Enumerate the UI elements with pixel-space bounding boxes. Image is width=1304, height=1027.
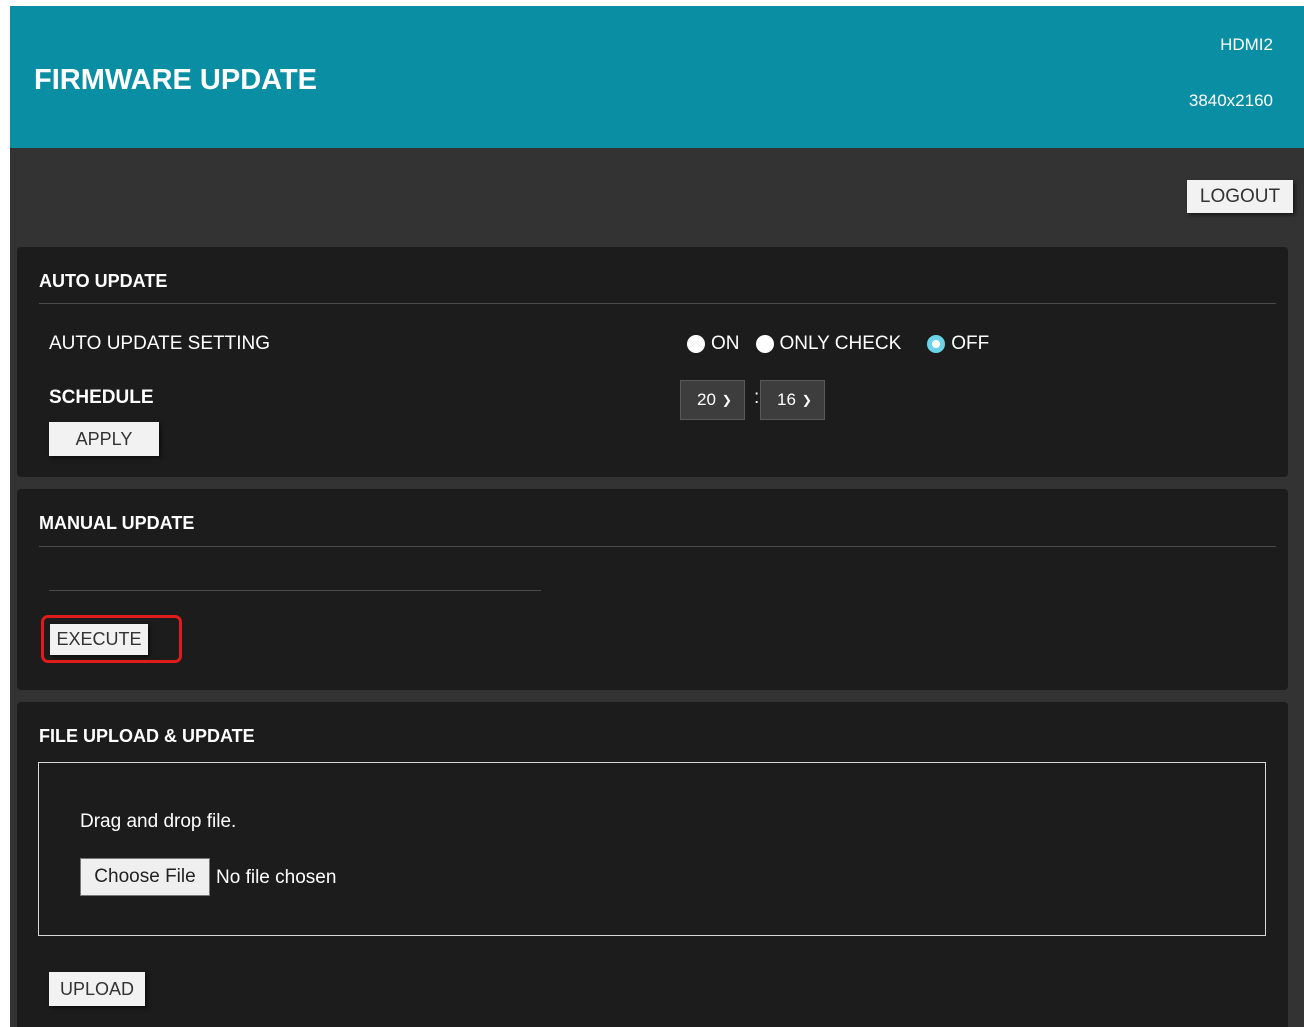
file-status-text: No file chosen [216, 867, 337, 888]
radio-selected-icon[interactable] [927, 335, 946, 353]
radio-option-on[interactable]: ON [687, 333, 740, 355]
auto-update-title: AUTO UPDATE [39, 271, 168, 291]
radio-circle-icon[interactable] [687, 335, 705, 353]
drop-hint-text: Drag and drop file. [80, 811, 237, 832]
radio-label-off: OFF [951, 333, 990, 354]
manual-update-title: MANUAL UPDATE [39, 513, 195, 533]
upload-button[interactable]: UPLOAD [49, 972, 145, 1006]
file-drop-zone[interactable]: Drag and drop file. Choose File No file … [38, 762, 1266, 936]
firmware-update-page: FIRMWARE UPDATE HDMI2 3840x2160 LOGOUT A… [10, 6, 1304, 1027]
schedule-separator: : [754, 387, 760, 408]
auto-update-setting-label: AUTO UPDATE SETTING [49, 333, 270, 354]
schedule-minute-select[interactable]: 16 ❯ [760, 380, 825, 420]
schedule-label: SCHEDULE [49, 387, 154, 408]
schedule-hour-select[interactable]: 20 ❯ [680, 380, 745, 420]
update-progress-line [49, 590, 541, 591]
logout-button[interactable]: LOGOUT [1187, 180, 1293, 213]
choose-file-button[interactable]: Choose File [80, 858, 210, 896]
page-title: FIRMWARE UPDATE [34, 64, 318, 96]
auto-update-radio-group: ON ONLY CHECK OFF [687, 333, 1005, 355]
chevron-down-icon: ❯ [721, 393, 732, 407]
schedule-minute-value: 16 [777, 390, 796, 409]
radio-label-only-check: ONLY CHECK [779, 333, 902, 354]
panel-divider [39, 303, 1276, 304]
manual-update-panel: MANUAL UPDATE EXECUTE [17, 489, 1288, 690]
resolution-label: 3840x2160 [1188, 91, 1273, 110]
radio-circle-icon[interactable] [755, 335, 774, 353]
radio-option-off[interactable]: OFF [927, 333, 989, 355]
radio-label-on: ON [711, 333, 740, 354]
window-edge [0, 0, 10, 1027]
schedule-hour-value: 20 [697, 390, 716, 409]
auto-update-panel: AUTO UPDATE AUTO UPDATE SETTING ON ONLY … [17, 247, 1288, 477]
file-upload-title: FILE UPLOAD & UPDATE [39, 726, 255, 746]
radio-option-only-check[interactable]: ONLY CHECK [755, 333, 902, 355]
execute-button[interactable]: EXECUTE [50, 624, 148, 655]
chevron-down-icon: ❯ [801, 393, 812, 407]
file-upload-panel: FILE UPLOAD & UPDATE Drag and drop file.… [17, 702, 1288, 1027]
panel-divider [39, 546, 1276, 547]
page-header: FIRMWARE UPDATE HDMI2 3840x2160 [10, 6, 1304, 148]
input-source-label: HDMI2 [1220, 35, 1273, 54]
apply-button[interactable]: APPLY [49, 422, 159, 456]
